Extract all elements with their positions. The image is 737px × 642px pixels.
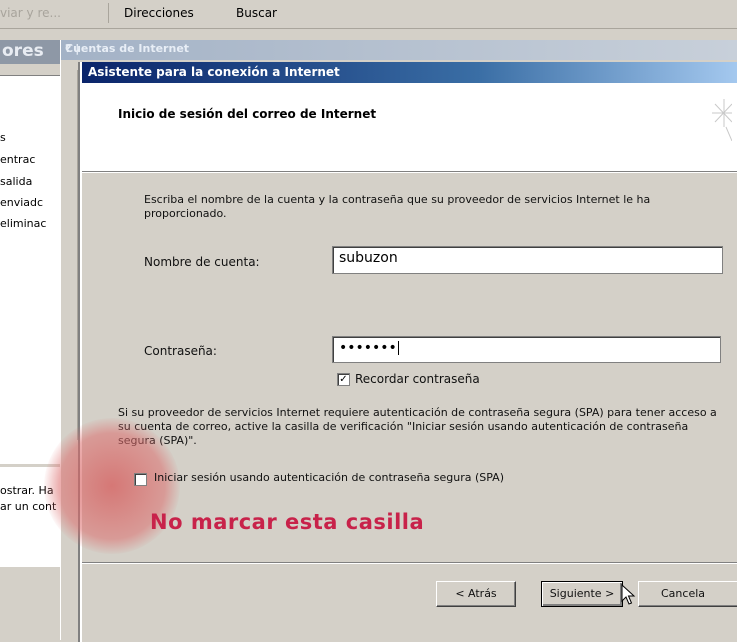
annotation-text: No marcar esta casilla <box>150 510 425 534</box>
password-label: Contraseña: <box>144 344 217 358</box>
toolbar-directions-button[interactable]: Direcciones <box>124 6 194 20</box>
wizard-header: Inicio de sesión del correo de Internet <box>82 83 737 172</box>
remember-password-label[interactable]: Recordar contraseña <box>355 372 480 386</box>
toolbar-item-partial[interactable]: viar y re... <box>0 6 61 20</box>
spa-checkbox[interactable] <box>134 473 147 486</box>
password-input[interactable]: ••••••• <box>332 336 721 363</box>
intro-text: Escriba el nombre de la cuenta y la cont… <box>144 193 651 220</box>
account-name-label: Nombre de cuenta: <box>144 255 260 269</box>
mouse-pointer-icon <box>621 584 636 605</box>
background-app-title-text: ores <box>2 41 44 61</box>
spa-description: Si su proveedor de servicios Internet re… <box>118 406 717 447</box>
wizard-titlebar[interactable]: Asistente para la conexión a Internet <box>82 62 737 83</box>
header-separator <box>82 172 737 173</box>
footer-separator <box>82 562 737 564</box>
remember-password-checkbox[interactable]: ✓ <box>337 373 350 386</box>
folder-item[interactable]: entrac <box>0 153 35 166</box>
folder-item[interactable]: salida <box>0 175 32 188</box>
toolbar-separator <box>108 3 109 23</box>
help-button[interactable]: ? | <box>65 42 731 55</box>
account-name-input[interactable]: subuzon <box>332 246 723 274</box>
wizard-title: Asistente para la conexión a Internet <box>88 65 340 79</box>
back-button[interactable]: < Atrás <box>436 581 516 607</box>
folder-item[interactable]: enviadc <box>0 196 43 209</box>
accounts-dialog-titlebar[interactable]: Cuentas de Internet ? | <box>61 40 737 60</box>
password-mask: ••••••• <box>339 340 397 356</box>
toolbar-search-button[interactable]: Buscar <box>236 6 277 20</box>
spa-checkbox-label[interactable]: Iniciar sesión usando autenticación de c… <box>154 471 504 484</box>
next-button[interactable]: Siguiente > <box>541 581 623 607</box>
wizard-sparkle-icon <box>712 99 732 141</box>
wizard-step-title: Inicio de sesión del correo de Internet <box>118 107 377 121</box>
connection-wizard-dialog: Asistente para la conexión a Internet In… <box>44 62 737 642</box>
text-caret <box>397 341 399 355</box>
cancel-button[interactable]: Cancela <box>638 581 737 607</box>
folder-item[interactable]: s <box>0 131 6 144</box>
background-toolbar: viar y re... Direcciones Buscar <box>0 0 737 29</box>
folder-item[interactable]: eliminac <box>0 217 46 230</box>
